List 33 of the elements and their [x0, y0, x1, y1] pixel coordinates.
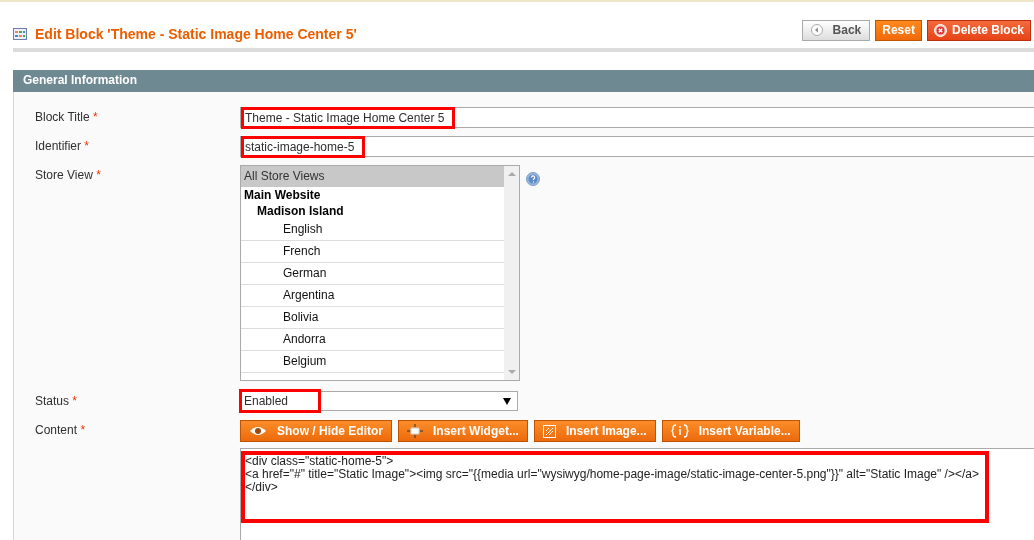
variable-icon: [670, 424, 689, 438]
section-header: General Information: [13, 70, 1034, 92]
content-textarea[interactable]: <div class="static-home-5"> <a href="#" title="Static Image"><img src="{{media url="wysiwyg/home-page-image/static-image-center-5.png"}}" alt="Static Image" /></a> </div>: [240, 448, 1034, 540]
list-option[interactable]: German: [241, 263, 504, 285]
field-label: Store View *: [35, 167, 102, 184]
option-group: Madison Island: [241, 203, 504, 219]
field-label: Content *: [35, 422, 87, 439]
option-group: Main Website: [241, 187, 504, 203]
status-select[interactable]: Enabled: [240, 391, 518, 411]
identifier-field[interactable]: static-image-home-5: [240, 136, 1034, 157]
grid-icon: [13, 28, 27, 40]
field-label: Identifier *: [35, 138, 91, 155]
dropdown-arrow-icon: [503, 397, 511, 405]
field-label: Block Title *: [35, 109, 99, 126]
list-option[interactable]: Bolivia: [241, 307, 504, 329]
delete-button[interactable]: Delete Block: [926, 19, 1031, 41]
widget-icon: [407, 424, 423, 438]
block-title-field[interactable]: Theme - Static Image Home Center 5: [240, 107, 1034, 128]
list-option[interactable]: Andorra: [241, 329, 504, 351]
page-title: Edit Block 'Theme - Static Image Home Center 5': [35, 26, 357, 42]
field-label: Status *: [35, 393, 79, 410]
list-option[interactable]: English: [241, 219, 504, 241]
back-button[interactable]: Back: [801, 19, 871, 41]
list-option[interactable]: All Store Views: [241, 166, 504, 187]
list-option[interactable]: French: [241, 241, 504, 263]
image-icon: [542, 424, 556, 438]
scrollbar[interactable]: [504, 166, 519, 380]
list-option[interactable]: Belgium: [241, 351, 504, 373]
store-view-list[interactable]: All Store Views Main Website Madison Island English French German Argentina Bolivia Andorra Belgium: [240, 165, 520, 381]
help-icon[interactable]: [526, 172, 540, 186]
list-option[interactable]: Argentina: [241, 285, 504, 307]
eye-icon: [249, 426, 267, 436]
close-icon: [933, 23, 947, 37]
